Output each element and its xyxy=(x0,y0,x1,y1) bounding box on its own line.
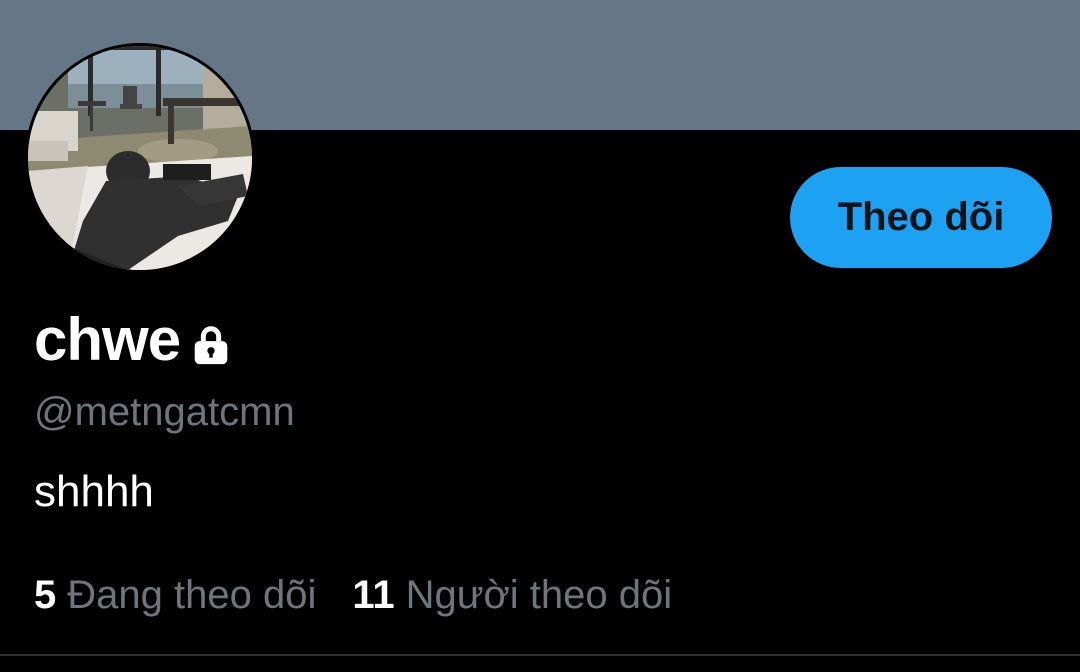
display-name: chwe xyxy=(34,306,181,373)
lock-icon xyxy=(194,326,228,365)
followers-count: 11 xyxy=(352,573,395,617)
followers-link[interactable]: 11 Người theo dõi xyxy=(352,570,672,620)
user-handle: @metngatcmn xyxy=(34,390,295,434)
following-label: Đang theo dõi xyxy=(67,573,317,617)
follow-button[interactable]: Theo dõi xyxy=(790,167,1052,268)
avatar-photo xyxy=(28,46,252,270)
divider xyxy=(0,654,1080,656)
following-count: 5 xyxy=(34,573,57,617)
following-link[interactable]: 5 Đang theo dõi xyxy=(34,570,316,620)
followers-label: Người theo dõi xyxy=(405,573,673,617)
name-row: chwe xyxy=(34,305,234,375)
avatar[interactable] xyxy=(25,43,255,273)
profile-bio: shhhh xyxy=(34,467,154,516)
follow-stats: 5 Đang theo dõi 11 Người theo dõi xyxy=(34,570,672,620)
profile-header: Theo dõi chwe @metngatcmn shhhh 5 Đang t… xyxy=(0,0,1080,672)
